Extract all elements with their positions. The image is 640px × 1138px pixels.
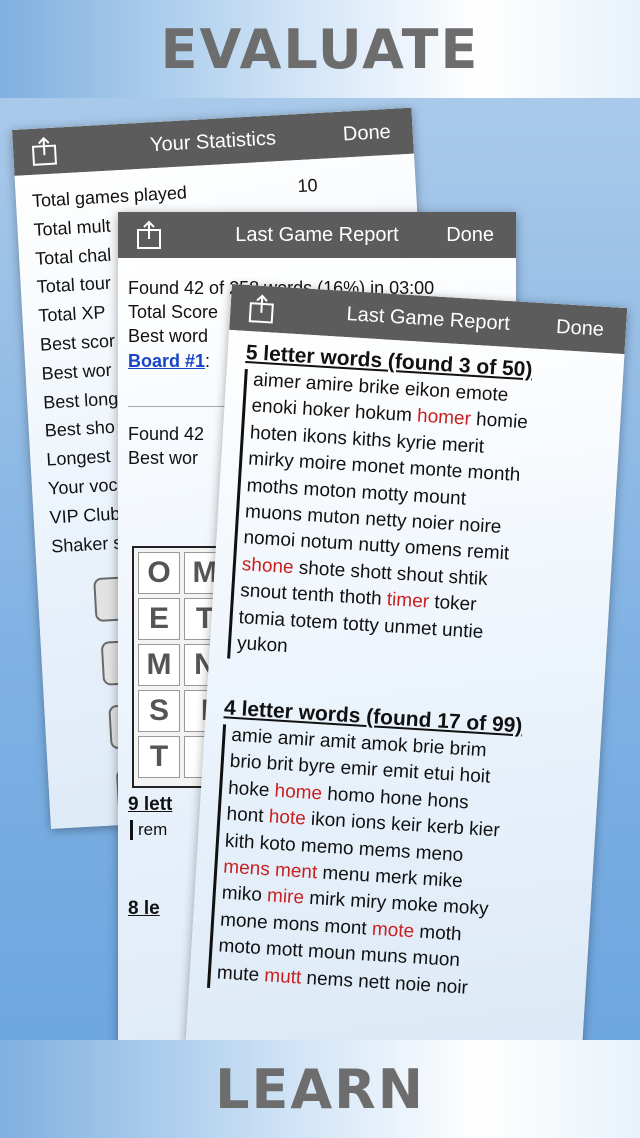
- stat-label: Best scor: [39, 330, 116, 355]
- word-text: hoke: [227, 777, 276, 802]
- statistics-done-button[interactable]: Done: [342, 120, 391, 146]
- report-back-navbar: Last Game Report Done: [118, 212, 516, 258]
- word-text: mute: [216, 961, 266, 986]
- found-word: homer: [416, 405, 472, 431]
- stat-label: Longest: [45, 446, 111, 470]
- word-text: hont: [225, 803, 270, 828]
- bottom-banner: LEARN: [0, 1040, 640, 1138]
- best-word-label: Best word: [128, 326, 209, 346]
- found-word: mens ment: [222, 856, 318, 884]
- stat-label: Total chal: [34, 244, 112, 269]
- nine-letter-heading: 9 lett: [128, 794, 173, 815]
- report-card-front: Last Game Report Done 5 letter words (fo…: [185, 284, 628, 1040]
- stat-label: Total games played: [31, 182, 188, 211]
- report-front-body: 5 letter words (found 3 of 50) aimer ami…: [185, 329, 625, 1040]
- board-link-line: Board #1:: [128, 351, 210, 372]
- stat-label: Total mult: [33, 215, 112, 240]
- word-text: homie: [470, 409, 529, 434]
- found-word: hote: [268, 806, 307, 830]
- stat-label: Your voc: [47, 474, 118, 499]
- word-text: yukon: [236, 632, 289, 657]
- grid-letter-tile: S: [138, 690, 180, 732]
- stat-label: Total tour: [36, 273, 112, 298]
- stat-label: Total XP: [37, 302, 106, 326]
- grid-letter-tile: O: [138, 552, 180, 594]
- screenshot-area: Your Statistics Done Total games played 1…: [0, 98, 640, 1040]
- found-word: home: [273, 780, 323, 805]
- grid-letter-tile: E: [138, 598, 180, 640]
- word-text: toker: [428, 591, 478, 616]
- grid-letter-tile: M: [138, 644, 180, 686]
- best-word-summary: Best wor: [128, 448, 199, 468]
- report-front-done-button[interactable]: Done: [555, 315, 605, 341]
- four-letter-word-list: amie amir amit amok brie brim brio brit b…: [206, 724, 506, 1005]
- total-score-label: Total Score: [128, 302, 219, 322]
- stat-label: Best long: [42, 388, 119, 413]
- nine-letter-words: rem: [130, 820, 167, 840]
- found-word: shone: [241, 553, 295, 579]
- stat-label: Best sho: [44, 417, 116, 441]
- top-banner: EVALUATE: [0, 0, 640, 98]
- word-text: moth: [413, 921, 463, 945]
- stat-label: Shaker s: [50, 532, 123, 557]
- banner-title: LEARN: [215, 1057, 425, 1121]
- word-text: miko: [221, 882, 268, 907]
- found-label: Found 42: [128, 424, 205, 444]
- found-word: mote: [371, 918, 415, 943]
- stat-value: 10: [297, 175, 319, 197]
- five-letter-word-list: aimer amire brike eikon emote enoki hoker…: [227, 368, 531, 677]
- found-word: mutt: [263, 964, 302, 989]
- stat-label: VIP Club: [49, 503, 121, 528]
- found-word: timer: [386, 589, 430, 613]
- board-link[interactable]: Board #1: [128, 351, 205, 371]
- found-word: mire: [266, 885, 305, 909]
- eight-letter-heading: 8 le: [128, 898, 160, 919]
- banner-title: EVALUATE: [160, 17, 480, 81]
- grid-letter-tile: T: [138, 736, 180, 778]
- board-link-suffix: :: [205, 351, 211, 371]
- stat-label: Best wor: [41, 359, 113, 384]
- report-back-done-button[interactable]: Done: [446, 224, 494, 247]
